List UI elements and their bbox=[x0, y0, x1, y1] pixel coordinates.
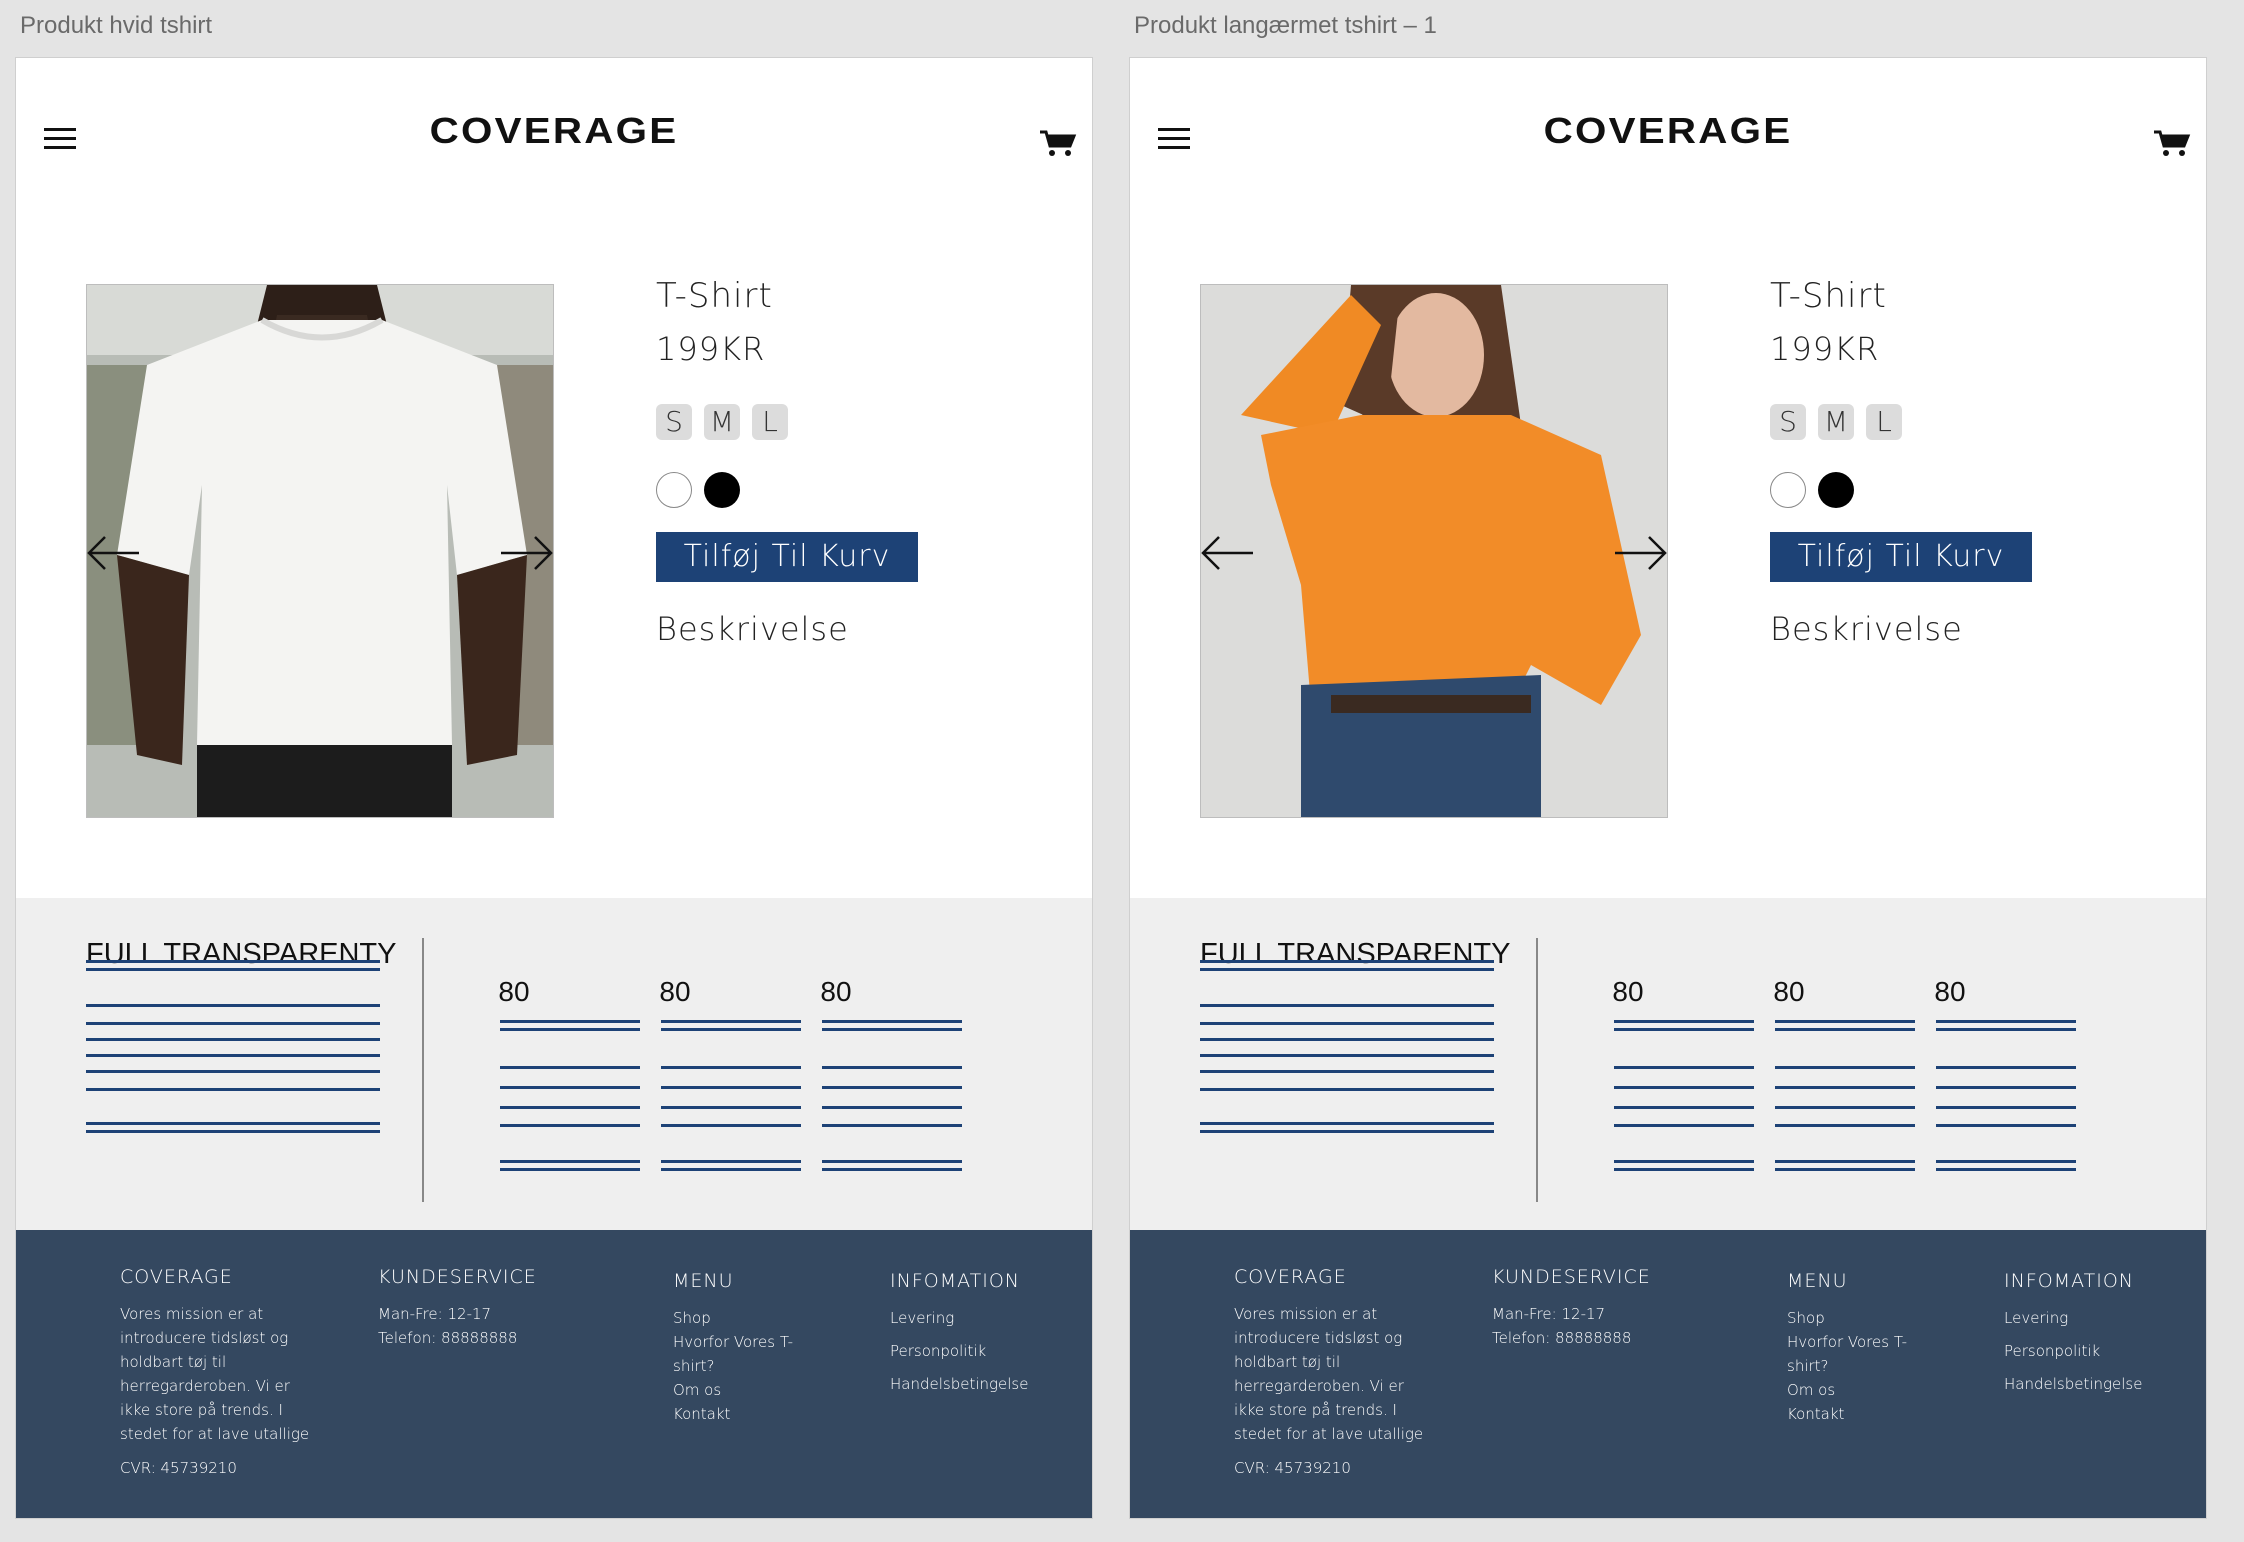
section-divider bbox=[1536, 938, 1538, 1202]
color-white-swatch[interactable] bbox=[656, 472, 692, 508]
stat-value: 80 bbox=[1612, 976, 1644, 1007]
size-l-button[interactable]: L bbox=[1866, 404, 1902, 440]
product-title: T-Shirt bbox=[656, 276, 773, 316]
artboard-label: Produkt langærmet tshirt – 1 bbox=[1134, 12, 1437, 39]
cart-icon[interactable] bbox=[2152, 126, 2192, 160]
description-toggle[interactable]: Beskrivelse bbox=[656, 610, 1056, 648]
footer-info-column: INFOMATION Levering Personpolitik Handel… bbox=[2004, 1270, 2142, 1396]
artboard-label: Produkt hvid tshirt bbox=[20, 12, 213, 39]
footer-service-heading: KUNDESERVICE bbox=[378, 1266, 537, 1288]
footer-brand-column: COVERAGE Vores mission er at introducere … bbox=[120, 1266, 340, 1480]
artboard: COVERAGE T-Shirt 199KR S M L Tilføj Til … bbox=[16, 58, 1092, 1518]
footer-menu-column: MENU Shop Hvorfor Vores T- shirt? Om os … bbox=[673, 1270, 793, 1426]
product-photo bbox=[87, 285, 553, 817]
footer-menu-links: Shop Hvorfor Vores T- shirt? Om os Konta… bbox=[1787, 1306, 1907, 1426]
arrow-left-icon[interactable] bbox=[1200, 533, 1255, 573]
product-info: T-Shirt 199KR S M L Tilføj Til Kurv Besk… bbox=[656, 276, 1056, 648]
stat-value: 80 bbox=[659, 976, 691, 1007]
footer-link-about[interactable]: Om os bbox=[673, 1378, 793, 1402]
footer-link-terms[interactable]: Handelsbetingelse bbox=[2004, 1372, 2142, 1396]
footer-service-column: KUNDESERVICE Man-Fre: 12-17 Telefon: 8888… bbox=[1492, 1266, 1651, 1350]
arrow-right-icon[interactable] bbox=[1613, 533, 1668, 573]
footer-brand-heading: COVERAGE bbox=[120, 1266, 233, 1288]
footer-info-links: Levering Personpolitik Handelsbetingelse bbox=[2004, 1306, 2142, 1396]
product-image bbox=[1200, 284, 1668, 818]
footer-link-why-cont[interactable]: shirt? bbox=[673, 1354, 793, 1378]
footer-service-column: KUNDESERVICE Man-Fre: 12-17 Telefon: 8888… bbox=[378, 1266, 537, 1350]
footer-link-why-cont[interactable]: shirt? bbox=[1787, 1354, 1907, 1378]
size-l-button[interactable]: L bbox=[752, 404, 788, 440]
footer-info-heading: INFOMATION bbox=[2004, 1270, 2134, 1292]
footer-menu-heading: MENU bbox=[1787, 1270, 1848, 1292]
arrow-left-icon[interactable] bbox=[86, 533, 141, 573]
footer-service-text: Man-Fre: 12-17 Telefon: 88888888 bbox=[1492, 1305, 1632, 1347]
footer-link-contact[interactable]: Kontakt bbox=[1787, 1402, 1907, 1426]
footer-info-column: INFOMATION Levering Personpolitik Handel… bbox=[890, 1270, 1028, 1396]
arrow-right-icon[interactable] bbox=[499, 533, 554, 573]
color-selector bbox=[1770, 472, 2170, 508]
product-price: 199KR bbox=[1770, 330, 1880, 368]
footer-link-why[interactable]: Hvorfor Vores T- bbox=[1787, 1330, 1907, 1354]
footer-link-shop[interactable]: Shop bbox=[673, 1306, 793, 1330]
product-price: 199KR bbox=[656, 330, 766, 368]
size-s-button[interactable]: S bbox=[1770, 404, 1806, 440]
footer-info-heading: INFOMATION bbox=[890, 1270, 1020, 1292]
add-to-cart-button[interactable]: Tilføj Til Kurv bbox=[656, 532, 918, 582]
footer-link-delivery[interactable]: Levering bbox=[890, 1306, 1028, 1330]
size-m-button[interactable]: M bbox=[1818, 404, 1854, 440]
footer-brand-column: COVERAGE Vores mission er at introducere … bbox=[1234, 1266, 1454, 1480]
site-footer: COVERAGE Vores mission er at introducere … bbox=[16, 1230, 1092, 1518]
footer-menu-heading: MENU bbox=[673, 1270, 734, 1292]
footer-link-delivery[interactable]: Levering bbox=[2004, 1306, 2142, 1330]
stat-value: 80 bbox=[498, 976, 530, 1007]
footer-service-heading: KUNDESERVICE bbox=[1492, 1266, 1651, 1288]
footer-cvr: CVR: 45739210 bbox=[1234, 1459, 1351, 1477]
product-photo bbox=[1201, 285, 1667, 817]
footer-menu-column: MENU Shop Hvorfor Vores T- shirt? Om os … bbox=[1787, 1270, 1907, 1426]
footer-service-text: Man-Fre: 12-17 Telefon: 88888888 bbox=[378, 1305, 518, 1347]
footer-info-links: Levering Personpolitik Handelsbetingelse bbox=[890, 1306, 1028, 1396]
stat-value: 80 bbox=[820, 976, 852, 1007]
site-logo[interactable]: COVERAGE bbox=[1130, 110, 2206, 152]
footer-mission-text: Vores mission er at introducere tidsløst … bbox=[1234, 1305, 1424, 1443]
footer-cvr: CVR: 45739210 bbox=[120, 1459, 237, 1477]
footer-link-about[interactable]: Om os bbox=[1787, 1378, 1907, 1402]
color-selector bbox=[656, 472, 1056, 508]
section-divider bbox=[422, 938, 424, 1202]
color-black-swatch[interactable] bbox=[1818, 472, 1854, 508]
size-selector: S M L bbox=[656, 404, 1056, 440]
site-header: COVERAGE bbox=[16, 58, 1092, 218]
description-toggle[interactable]: Beskrivelse bbox=[1770, 610, 2170, 648]
add-to-cart-button[interactable]: Tilføj Til Kurv bbox=[1770, 532, 2032, 582]
transparency-title: FULL TRANSPARENTY bbox=[1200, 938, 1511, 970]
site-logo[interactable]: COVERAGE bbox=[16, 110, 1092, 152]
color-white-swatch[interactable] bbox=[1770, 472, 1806, 508]
size-m-button[interactable]: M bbox=[704, 404, 740, 440]
transparency-section: FULL TRANSPARENTY 80 80 80 bbox=[1130, 898, 2206, 1230]
product-info: T-Shirt 199KR S M L Tilføj Til Kurv Besk… bbox=[1770, 276, 2170, 648]
site-footer: COVERAGE Vores mission er at introducere … bbox=[1130, 1230, 2206, 1518]
footer-brand-heading: COVERAGE bbox=[1234, 1266, 1347, 1288]
footer-menu-links: Shop Hvorfor Vores T- shirt? Om os Konta… bbox=[673, 1306, 793, 1426]
product-image bbox=[86, 284, 554, 818]
size-selector: S M L bbox=[1770, 404, 2170, 440]
footer-link-terms[interactable]: Handelsbetingelse bbox=[890, 1372, 1028, 1396]
transparency-section: FULL TRANSPARENTY 80 80 80 bbox=[16, 898, 1092, 1230]
cart-icon[interactable] bbox=[1038, 126, 1078, 160]
footer-mission-text: Vores mission er at introducere tidsløst … bbox=[120, 1305, 310, 1443]
color-black-swatch[interactable] bbox=[704, 472, 740, 508]
stat-value: 80 bbox=[1934, 976, 1966, 1007]
artboard: COVERAGE T-Shirt 199KR S M L Tilføj Til … bbox=[1130, 58, 2206, 1518]
product-title: T-Shirt bbox=[1770, 276, 1887, 316]
footer-link-shop[interactable]: Shop bbox=[1787, 1306, 1907, 1330]
footer-link-privacy[interactable]: Personpolitik bbox=[890, 1339, 1028, 1363]
footer-link-privacy[interactable]: Personpolitik bbox=[2004, 1339, 2142, 1363]
site-header: COVERAGE bbox=[1130, 58, 2206, 218]
footer-link-contact[interactable]: Kontakt bbox=[673, 1402, 793, 1426]
footer-link-why[interactable]: Hvorfor Vores T- bbox=[673, 1330, 793, 1354]
size-s-button[interactable]: S bbox=[656, 404, 692, 440]
stat-value: 80 bbox=[1773, 976, 1805, 1007]
transparency-title: FULL TRANSPARENTY bbox=[86, 938, 397, 970]
